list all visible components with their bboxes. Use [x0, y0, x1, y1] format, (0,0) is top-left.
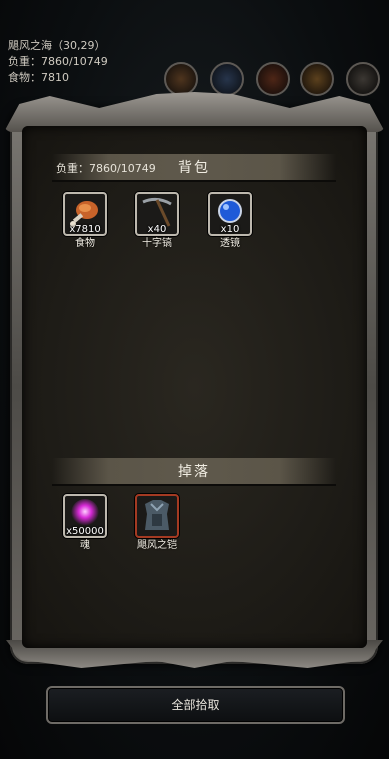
bag-item-pickaxe[interactable]: x40 十字镐: [134, 192, 180, 249]
bag-header-divider: [52, 180, 336, 182]
food-text: 食物：7810: [8, 71, 69, 84]
bag-title: 背包: [178, 160, 210, 176]
settings-icon[interactable]: [346, 62, 380, 96]
collect-all-button[interactable]: 全部拾取: [46, 686, 345, 724]
item-count: x10: [220, 224, 240, 235]
guild-icon[interactable]: [256, 62, 290, 96]
bag-item-food[interactable]: x7810 食物: [62, 192, 108, 249]
item-count: x40: [147, 224, 167, 235]
item-slot[interactable]: x7810: [63, 192, 107, 236]
item-name: 十字镐: [142, 238, 172, 249]
weight-text: 负重：7860/10749: [8, 55, 108, 68]
equip-icon[interactable]: [164, 62, 198, 96]
bag-weight: 负重：7860/10749: [56, 162, 156, 175]
item-name: 食物: [75, 238, 95, 249]
bag-item-lens[interactable]: x10 透镜: [207, 192, 253, 249]
item-count: x50000: [66, 526, 104, 537]
drop-item-soul[interactable]: x50000 魂: [62, 494, 108, 551]
item-slot[interactable]: [135, 494, 179, 538]
item-name: 飓风之铠: [137, 540, 177, 551]
drop-header-divider: [52, 484, 336, 486]
item-slot[interactable]: x40: [135, 192, 179, 236]
task-icon[interactable]: [300, 62, 334, 96]
location-text: 飓风之海（30,29）: [8, 39, 106, 52]
item-count: x7810: [69, 224, 101, 235]
armor-icon: [145, 500, 169, 530]
item-name: 透镜: [220, 238, 240, 249]
item-name: 魂: [80, 540, 90, 551]
item-slot[interactable]: x10: [208, 192, 252, 236]
status-hud: 飓风之海（30,29） 负重：7860/10749 食物：7810: [8, 38, 108, 86]
item-slot[interactable]: x50000: [63, 494, 107, 538]
skill-icon[interactable]: [210, 62, 244, 96]
drop-item-armor[interactable]: 飓风之铠: [134, 494, 180, 551]
drop-title: 掉落: [178, 464, 210, 480]
